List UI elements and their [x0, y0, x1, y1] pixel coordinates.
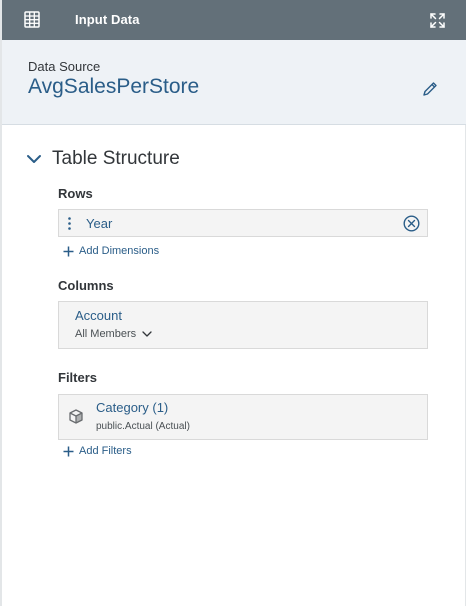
plus-icon: [63, 246, 74, 256]
data-source-section: Data Source AvgSalesPerStore: [2, 40, 466, 125]
filter-detail: public.Actual (Actual): [96, 421, 190, 432]
data-source-name: AvgSalesPerStore: [28, 75, 200, 98]
members-label: All Members: [75, 328, 137, 340]
add-dimensions-link[interactable]: Add Dimensions: [63, 245, 159, 257]
section-title: Table Structure: [52, 148, 180, 169]
column-dimension-item[interactable]: Account All Members: [58, 301, 428, 349]
columns-label: Columns: [58, 278, 114, 293]
drag-handle-icon[interactable]: [68, 217, 71, 230]
panel-header: Input Data: [2, 0, 466, 40]
plus-icon: [63, 446, 74, 456]
pencil-icon[interactable]: [422, 81, 438, 97]
table-icon: [24, 11, 40, 28]
data-source-label: Data Source: [28, 59, 101, 74]
chevron-down-icon: [142, 331, 152, 337]
filter-item[interactable]: Category (1) public.Actual (Actual): [58, 394, 428, 440]
add-filters-label: Add Filters: [79, 445, 132, 457]
row-dimension-name: Year: [86, 216, 113, 231]
expand-icon[interactable]: [429, 12, 446, 29]
rows-label: Rows: [58, 186, 93, 201]
filter-name: Category (1): [96, 400, 169, 415]
filters-label: Filters: [58, 370, 98, 385]
panel-title: Input Data: [75, 12, 140, 27]
members-dropdown[interactable]: All Members: [75, 328, 152, 340]
remove-circle-icon[interactable]: [403, 215, 420, 232]
add-filters-link[interactable]: Add Filters: [63, 445, 132, 457]
input-data-panel: Input Data Data Source AvgSalesPerStore …: [0, 0, 466, 606]
row-dimension-item[interactable]: Year: [58, 209, 428, 237]
add-dimensions-label: Add Dimensions: [79, 245, 160, 257]
column-dimension-name: Account: [75, 308, 122, 323]
table-structure-toggle[interactable]: Table Structure: [26, 147, 180, 171]
cube-icon: [69, 409, 83, 424]
chevron-down-icon: [27, 155, 41, 163]
